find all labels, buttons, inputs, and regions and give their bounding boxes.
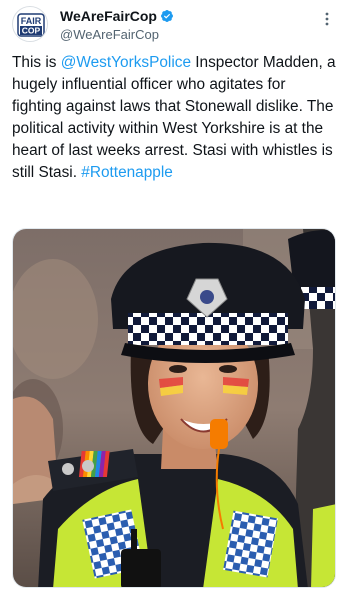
tweet-card: FAIR COP WeAreFairCop @WeAreFairCop This… xyxy=(0,0,348,600)
tweet-text-part2: Inspector Madden, a hugely influential o… xyxy=(12,54,336,181)
avatar-text-top: FAIR xyxy=(21,16,42,26)
fair-cop-logo: FAIR COP xyxy=(13,7,47,41)
avatar[interactable]: FAIR COP xyxy=(12,6,48,42)
photo-illustration xyxy=(13,229,335,587)
verified-badge-icon xyxy=(161,10,173,22)
mention-link[interactable]: @WestYorksPolice xyxy=(61,54,191,71)
author-handle[interactable]: @WeAreFairCop xyxy=(60,27,174,42)
author-names: WeAreFairCop @WeAreFairCop xyxy=(60,7,174,42)
display-name[interactable]: WeAreFairCop xyxy=(60,8,157,24)
hashtag-link[interactable]: #Rottenapple xyxy=(81,164,173,181)
tweet-header: FAIR COP WeAreFairCop @WeAreFairCop xyxy=(12,6,336,46)
ellipsis-vertical-icon[interactable] xyxy=(318,10,336,28)
tweet-text: This is @WestYorksPolice Inspector Madde… xyxy=(12,52,336,184)
tweet-photo[interactable] xyxy=(12,228,336,588)
tweet-text-part1: This is xyxy=(12,54,61,71)
avatar-text-bottom: COP xyxy=(22,26,41,36)
